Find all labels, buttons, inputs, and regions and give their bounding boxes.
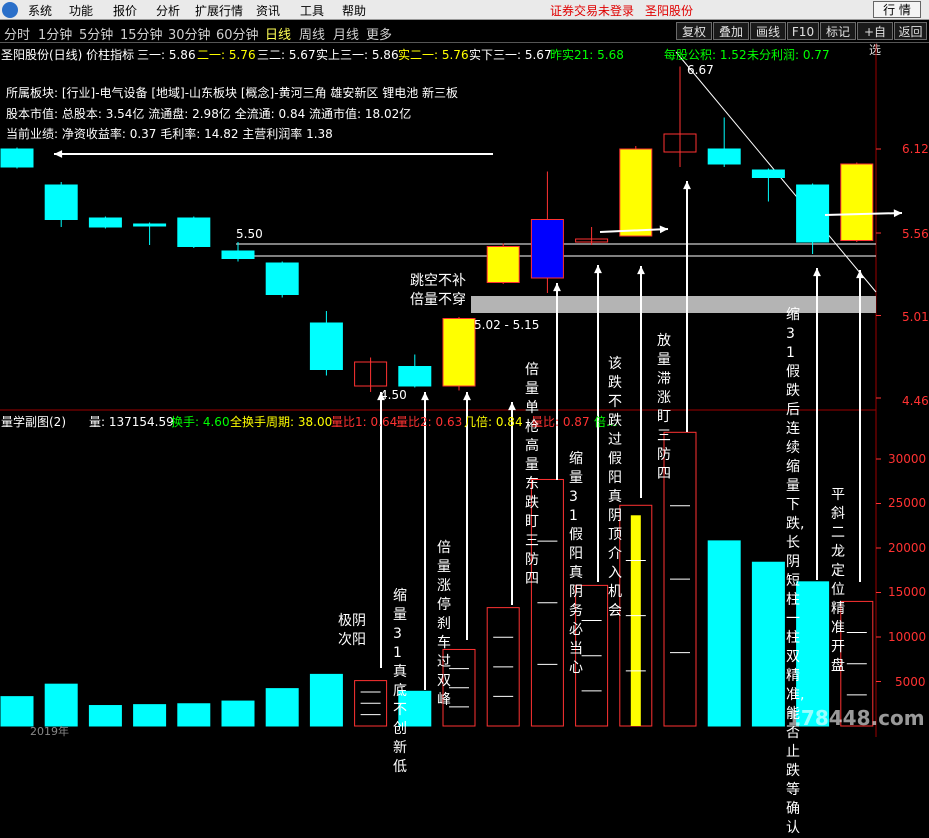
info-sector: 所属板块: [行业]-电气设备 [地域]-山东板块 [概念]-黄河三角 雄安新区… [6,86,459,100]
arrow-head-icon [508,402,516,411]
volume-tick: 15000 [888,585,927,599]
annotation-twin-dragon: 平斜二龙定位精准开盘 [831,487,845,674]
price-tick: 6.12 [902,142,929,156]
arrow-head-icon [637,266,645,275]
volume-bar [707,540,741,727]
arrow-head-icon [54,150,63,158]
volume-bar [177,703,211,727]
annotation-double-limit-up: 倍量涨停刹车过双峰 [437,540,451,708]
candle-body [486,246,520,283]
watermark: 178448.com [787,706,925,730]
candle-body [530,219,564,279]
candle-body [840,163,874,241]
sub-chart-title: 量学副图(2) [1,415,66,429]
main-indicator: 三一: 5.86 [137,48,196,62]
high-price-label: 6.67 [687,63,714,77]
volume-bar [265,688,299,727]
info-capital: 股本市值: 总股本: 3.54亿 流通盘: 2.98亿 全流通: 0.84 流通… [6,107,412,121]
volume-bar [221,700,255,727]
low-price-label: 4.50 [380,388,407,402]
candle-body [619,148,653,237]
arrow-head-icon [421,392,429,401]
annotation-extreme-yin: 极阴 次阳 [338,613,366,648]
volume-tick: 10000 [888,630,927,644]
candle-body [44,184,78,220]
volume-bar [44,683,78,727]
sub-indicator: 量: 137154.59 [89,415,174,429]
sub-indicator: 量比1: 0.64 [331,415,398,429]
arrow-head-icon [856,270,864,279]
main-indicator: 三二: 5.67 [257,48,316,62]
annotation-shrink-true-bottom: 缩量31真底不创新低 [393,588,407,775]
level-price-label: 5.50 [236,227,263,241]
arrow-head-icon [813,268,821,277]
volume-bar [309,673,343,727]
candle-body [398,366,432,387]
main-indicator: 实下三一: 5.67 [469,48,552,62]
arrow-head-icon [659,225,668,234]
volume-tick: 20000 [888,541,927,555]
main-indicator: 实上三一: 5.86 [316,48,399,62]
main-indicator: 二一: 5.76 [197,48,256,62]
eps-label: 每股公积: 1.52 [664,48,747,62]
candle-body [221,250,255,259]
candle-body [442,318,476,387]
info-performance: 当前业绩: 净资收益率: 0.37 毛利率: 14.82 主营利润率 1.38 [6,127,333,141]
gap-band [471,296,876,313]
volume-tick: 25000 [888,496,927,510]
sub-indicator: 量比2: 0.63 [396,415,463,429]
candle-body [88,217,122,228]
annotation-should-fall: 该跌不跌过假阳真阴顶介入机会 [608,356,622,619]
volume-bar [751,561,785,727]
annotation-shrink-fake-yang: 缩量31假阳真阴务必当心 [569,451,583,676]
main-indicator: 昨实21: 5.68 [550,48,624,62]
candle-body [796,184,830,243]
gap-range-label: 5.02 - 5.15 [474,318,540,332]
sub-indicator: 几倍: 0.84 [464,415,523,429]
annotation-shrink-fake-drop: 缩31假跌后连续缩量下跌,长阴短柱一柱双精准,能否止跌等确认 [786,307,805,836]
volume-tick: 30000 [888,452,927,466]
candle-body [707,148,741,165]
candle-body [265,262,299,295]
arrow-head-icon [683,181,691,190]
candle-body [133,223,167,227]
arrow-line [824,212,903,216]
annotation-stalling: 放量滞涨盯三防四 [657,333,671,482]
sub-indicator: 换手: 4.60 [171,415,230,429]
main-indicator: 实二一: 5.76 [398,48,469,62]
annotation-double-volume: 倍量单枪高量东跌盯三防四 [525,362,539,587]
volume-bar [0,696,34,727]
candle-body [177,217,211,247]
sub-indicator: 全换手周期: 38.00 [230,415,333,429]
undistributed-label: 未分利润: 0.77 [747,48,830,62]
volume-tick: 5000 [895,675,926,689]
volume-inner-bar [630,515,641,726]
price-tick: 5.01 [902,310,929,324]
candle-body [751,169,785,178]
price-tick: 4.46 [902,394,929,408]
annotation-gap-unfilled: 跳空不补 倍量不穿 [410,273,466,308]
price-tick: 5.56 [902,227,929,241]
volume-bar [133,704,167,727]
candle-body [0,148,34,168]
main-chart-title: 圣阳股份(日线) 价柱指标 [1,48,135,62]
arrow-head-icon [463,392,471,401]
candle-body [309,322,343,370]
volume-bar [88,705,122,727]
arrow-head-icon [553,283,561,292]
arrow-head-icon [893,209,902,218]
arrow-head-icon [594,265,602,274]
